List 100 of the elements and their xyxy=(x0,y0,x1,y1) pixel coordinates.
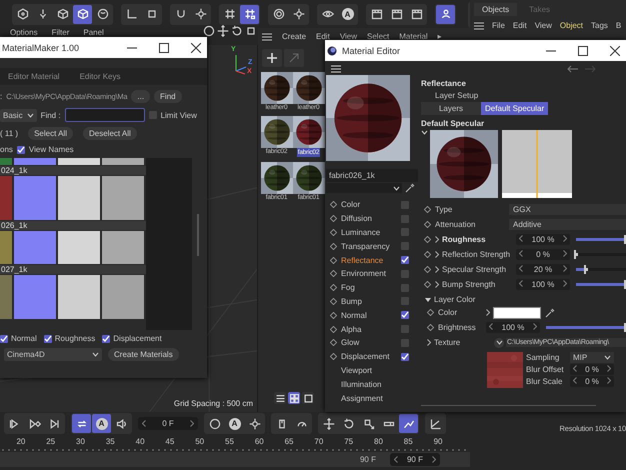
texture-tile[interactable] xyxy=(102,158,144,165)
animate-icon[interactable] xyxy=(424,251,431,258)
move-icon[interactable] xyxy=(216,24,230,38)
checkbox[interactable] xyxy=(401,256,409,264)
close-icon[interactable] xyxy=(610,46,620,56)
menu-item[interactable]: File xyxy=(492,21,505,30)
texture-tile[interactable] xyxy=(14,231,56,264)
number-field[interactable]: 0 % xyxy=(570,376,614,387)
animate-icon[interactable] xyxy=(424,266,431,273)
menu-item[interactable]: View xyxy=(340,32,358,41)
layer-setup-label[interactable]: Layer Setup xyxy=(435,91,626,100)
slider[interactable] xyxy=(576,283,626,286)
channel-item[interactable]: Environment xyxy=(341,269,397,278)
checkbox[interactable] xyxy=(148,111,157,119)
checkbox[interactable] xyxy=(401,297,409,306)
collapse-icon[interactable] xyxy=(425,296,431,302)
section-header[interactable]: Layer Color xyxy=(434,295,476,304)
menu-item[interactable]: Create xyxy=(282,32,306,41)
checkbox[interactable] xyxy=(401,242,409,250)
animate-icon[interactable] xyxy=(424,281,431,288)
render-icon[interactable] xyxy=(202,24,216,38)
eyedropper-icon[interactable] xyxy=(545,308,555,318)
texture-tile[interactable] xyxy=(102,275,144,319)
color-swatch[interactable] xyxy=(493,306,541,318)
texture-tile[interactable] xyxy=(58,158,100,165)
number-field[interactable]: 0 % xyxy=(516,249,570,260)
texture-tile[interactable] xyxy=(102,231,144,264)
expand-icon[interactable] xyxy=(435,281,439,288)
slider[interactable] xyxy=(576,238,626,241)
channel-item[interactable]: Diffusion xyxy=(341,214,397,224)
menu-item[interactable]: Options xyxy=(10,28,38,38)
page-item[interactable]: Illumination xyxy=(341,380,397,389)
slider[interactable] xyxy=(546,326,626,329)
checkbox[interactable] xyxy=(44,334,52,342)
view-mode-icon[interactable] xyxy=(288,392,300,404)
eyedropper-icon[interactable] xyxy=(405,183,415,193)
sampling-dropdown[interactable]: MIP xyxy=(570,352,614,363)
curve-icon[interactable] xyxy=(399,414,418,433)
expand-icon[interactable] xyxy=(435,236,439,243)
animate-icon[interactable] xyxy=(427,324,434,331)
texture-tile[interactable] xyxy=(0,275,12,319)
back-icon[interactable] xyxy=(567,65,579,73)
checkbox[interactable] xyxy=(401,270,409,278)
menu-icon[interactable] xyxy=(331,65,341,73)
menu-item[interactable]: Edit xyxy=(316,32,330,41)
maximize-icon[interactable] xyxy=(159,42,169,52)
person-icon[interactable] xyxy=(436,4,455,24)
texture-tile[interactable] xyxy=(0,158,12,165)
checkbox[interactable] xyxy=(401,200,409,209)
texture-tile[interactable] xyxy=(58,176,100,220)
animate-icon[interactable] xyxy=(424,236,431,243)
renderer-dropdown[interactable]: Cinema4D xyxy=(4,348,102,361)
checkbox[interactable] xyxy=(401,325,409,334)
number-field[interactable]: 100 % xyxy=(486,322,540,333)
animate-icon[interactable] xyxy=(424,221,431,228)
material-name-field[interactable]: fabric026_1k xyxy=(326,169,418,182)
checkbox[interactable] xyxy=(401,352,409,361)
dropdown[interactable]: Additive xyxy=(509,219,626,230)
channel-item[interactable]: Bump xyxy=(341,296,397,306)
find-button[interactable]: Find xyxy=(154,90,182,103)
menu-item[interactable]: ▸ xyxy=(438,32,442,41)
number-field[interactable]: 100 % xyxy=(516,234,570,245)
page-item[interactable]: Viewport xyxy=(341,366,397,375)
expand-icon[interactable] xyxy=(435,251,439,258)
channel-item[interactable]: Normal xyxy=(341,310,397,320)
channel-item[interactable]: Reflectance xyxy=(341,256,397,265)
panel-tab[interactable]: Objects xyxy=(474,3,518,16)
animate-icon[interactable] xyxy=(427,309,434,316)
page-item[interactable]: Assignment xyxy=(341,394,397,403)
texture-tile[interactable] xyxy=(102,176,144,220)
create-materials-button[interactable]: Create Materials xyxy=(108,348,179,361)
menu-item[interactable]: Select xyxy=(367,32,390,41)
frame-field[interactable]: 0 F xyxy=(138,417,198,430)
channel-item[interactable]: Fog xyxy=(341,283,397,292)
grid-lock-icon[interactable] xyxy=(240,4,259,24)
tab[interactable]: Editor Keys xyxy=(80,72,120,81)
texture-tile[interactable] xyxy=(14,158,56,165)
channel-item[interactable]: Glow xyxy=(341,338,397,348)
number-field[interactable]: 20 % xyxy=(516,264,570,275)
close-icon[interactable] xyxy=(191,42,201,52)
scrollbar[interactable] xyxy=(197,214,199,256)
checkbox[interactable] xyxy=(401,338,409,347)
browse-button[interactable]: ... xyxy=(131,90,150,103)
texture-tile[interactable] xyxy=(0,176,12,220)
tab[interactable]: Editor Material xyxy=(8,72,60,81)
dropdown[interactable]: GGX xyxy=(509,204,626,215)
channel-item[interactable]: Luminance xyxy=(341,228,397,237)
menu-item[interactable]: Material xyxy=(399,32,428,41)
number-field[interactable]: 0 % xyxy=(570,364,614,375)
checkbox[interactable] xyxy=(0,334,8,342)
menu-item[interactable]: Tags xyxy=(591,21,608,30)
texture-tile[interactable] xyxy=(0,231,12,264)
tab[interactable]: Default Specular xyxy=(481,102,548,115)
dropdown-button[interactable] xyxy=(494,338,504,348)
channel-item[interactable]: Displacement xyxy=(341,352,397,362)
maximize-icon[interactable] xyxy=(578,46,588,56)
checkbox[interactable] xyxy=(401,214,409,223)
select-all-button[interactable]: Select All xyxy=(28,127,73,140)
view-mode-icon[interactable] xyxy=(302,392,314,404)
menu-item[interactable]: Object xyxy=(560,21,584,30)
